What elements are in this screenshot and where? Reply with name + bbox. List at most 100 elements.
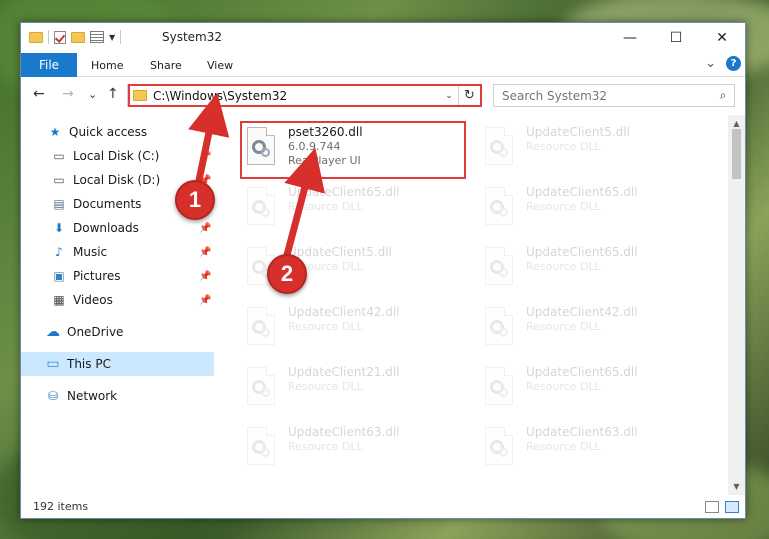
sidebar-item-music[interactable]: ♪ Music 📌 <box>21 240 214 264</box>
forward-button[interactable]: → <box>62 86 74 102</box>
sidebar-item-local-disk-c[interactable]: ▭ Local Disk (C:) 📌 <box>21 144 214 168</box>
back-button[interactable]: ← <box>33 86 45 102</box>
sidebar-item-onedrive[interactable]: ☁ OneDrive <box>21 320 214 344</box>
file-description: Resource DLL <box>288 320 363 333</box>
address-highlight-box <box>128 84 482 107</box>
file-name: UpdateClient42.dll <box>526 305 638 319</box>
window-title: System32 <box>162 30 223 44</box>
sidebar-item-label: Quick access <box>69 125 148 139</box>
document-icon: ▤ <box>53 197 65 211</box>
maximize-button[interactable]: ☐ <box>653 23 699 53</box>
picture-icon: ▣ <box>53 269 65 283</box>
properties-icon[interactable] <box>90 31 104 43</box>
tab-share[interactable]: Share <box>150 53 182 77</box>
search-input[interactable] <box>502 88 712 103</box>
sidebar-item-network[interactable]: ⛁ Network <box>21 384 214 408</box>
file-item[interactable]: UpdateClient21.dll Resource DLL <box>244 361 464 417</box>
file-description: Resource DLL <box>526 140 601 153</box>
folder-icon[interactable] <box>29 31 43 43</box>
sidebar-item-videos[interactable]: ▦ Videos 📌 <box>21 288 214 312</box>
drive-icon: ▭ <box>53 173 65 187</box>
dll-file-icon <box>482 247 516 289</box>
file-description: Resource DLL <box>526 440 601 453</box>
dll-file-icon <box>482 367 516 409</box>
new-folder-icon[interactable] <box>71 31 85 43</box>
title-bar: ▼ System32 — ☐ ✕ <box>21 23 745 53</box>
file-name: UpdateClient5.dll <box>288 245 392 259</box>
file-item[interactable]: UpdateClient65.dll Resource DLL <box>482 241 702 297</box>
step-marker-1: 1 <box>175 180 215 220</box>
navigation-pane: ★ Quick access ▭ Local Disk (C:) 📌 ▭ Loc… <box>21 115 214 495</box>
sidebar-item-quick-access[interactable]: ★ Quick access <box>21 120 214 144</box>
sidebar-item-label: Network <box>67 389 118 403</box>
file-name: UpdateClient42.dll <box>288 305 400 319</box>
details-view-icon[interactable] <box>705 501 719 513</box>
pin-icon[interactable]: 📌 <box>199 151 211 162</box>
recent-locations-button[interactable]: ⌄ <box>88 88 97 101</box>
toolbar-divider <box>120 30 122 44</box>
pin-icon[interactable]: 📌 <box>199 247 211 258</box>
sidebar-item-label: Downloads <box>73 221 139 235</box>
dll-file-icon <box>482 427 516 469</box>
customize-toolbar-icon[interactable]: ▼ <box>109 33 115 42</box>
file-description: Resource DLL <box>526 260 601 273</box>
pin-icon[interactable]: 📌 <box>199 223 211 234</box>
file-name: UpdateClient65.dll <box>526 245 638 259</box>
file-name: UpdateClient63.dll <box>288 425 400 439</box>
file-item[interactable]: UpdateClient65.dll Resource DLL <box>244 181 464 237</box>
dll-file-icon <box>244 427 278 469</box>
sidebar-item-this-pc[interactable]: ▭ This PC <box>21 352 214 376</box>
tab-home[interactable]: Home <box>91 53 123 77</box>
item-count: 192 items <box>33 499 89 513</box>
large-icons-view-icon[interactable] <box>725 501 739 513</box>
file-description: Resource DLL <box>526 200 601 213</box>
ribbon-controls: ⌄ ? <box>705 56 741 71</box>
file-item[interactable]: UpdateClient65.dll Resource DLL <box>482 361 702 417</box>
file-item[interactable]: UpdateClient5.dll Resource DLL <box>482 121 702 177</box>
dll-file-icon <box>482 187 516 229</box>
sidebar-item-label: Pictures <box>73 269 121 283</box>
star-icon: ★ <box>49 125 61 139</box>
file-item[interactable]: UpdateClient42.dll Resource DLL <box>482 301 702 357</box>
view-toggle <box>705 501 739 513</box>
file-item[interactable]: UpdateClient42.dll Resource DLL <box>244 301 464 357</box>
search-box[interactable]: ⌕ <box>493 84 735 107</box>
tab-file[interactable]: File <box>21 53 77 77</box>
music-icon: ♪ <box>55 245 63 259</box>
up-button[interactable]: ↑ <box>107 86 119 102</box>
properties-check-icon[interactable] <box>54 30 66 44</box>
sidebar-item-label: This PC <box>67 357 111 371</box>
dll-file-icon <box>244 307 278 349</box>
file-item[interactable]: UpdateClient63.dll Resource DLL <box>482 421 702 477</box>
search-icon[interactable]: ⌕ <box>712 88 734 103</box>
scroll-thumb[interactable] <box>732 129 741 179</box>
dll-file-icon <box>482 127 516 169</box>
status-bar: 192 items <box>21 494 745 518</box>
scroll-down-icon[interactable]: ▼ <box>728 478 745 495</box>
file-item[interactable]: UpdateClient65.dll Resource DLL <box>482 181 702 237</box>
sidebar-item-label: OneDrive <box>67 325 124 339</box>
ribbon-tabs: File Home Share View ⌄ ? <box>21 53 745 77</box>
help-icon[interactable]: ? <box>726 56 741 71</box>
tab-view[interactable]: View <box>207 53 233 77</box>
explorer-window: ▼ System32 — ☐ ✕ File Home Share View ⌄ … <box>20 22 746 519</box>
file-description: Resource DLL <box>526 380 601 393</box>
expand-ribbon-icon[interactable]: ⌄ <box>705 56 716 71</box>
step-marker-2: 2 <box>267 254 307 294</box>
sidebar-item-downloads[interactable]: ⬇ Downloads 📌 <box>21 216 214 240</box>
video-icon: ▦ <box>53 293 65 307</box>
vertical-scrollbar[interactable]: ▲ ▼ <box>728 115 745 495</box>
pin-icon[interactable]: 📌 <box>199 295 211 306</box>
drive-icon: ▭ <box>53 149 65 163</box>
close-button[interactable]: ✕ <box>699 23 745 53</box>
sidebar-item-pictures[interactable]: ▣ Pictures 📌 <box>21 264 214 288</box>
cloud-icon: ☁ <box>46 324 60 340</box>
file-name: UpdateClient21.dll <box>288 365 400 379</box>
sidebar-item-label: Local Disk (C:) <box>73 149 160 163</box>
file-description: Resource DLL <box>288 200 363 213</box>
minimize-button[interactable]: — <box>607 23 653 53</box>
pin-icon[interactable]: 📌 <box>199 271 211 282</box>
quick-access-toolbar: ▼ <box>29 30 122 44</box>
network-icon: ⛁ <box>47 389 59 403</box>
file-item[interactable]: UpdateClient63.dll Resource DLL <box>244 421 464 477</box>
